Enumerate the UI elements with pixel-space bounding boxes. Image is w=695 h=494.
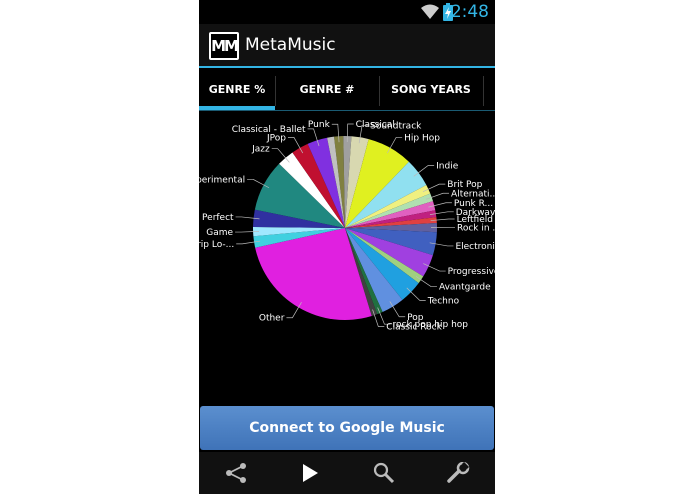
slice-label: Experimental [199, 175, 245, 185]
slice-label: Trip Lo-... [199, 240, 234, 250]
slice-label: Classical - Ballet [232, 125, 306, 135]
app-logo[interactable]: MM [209, 32, 239, 60]
action-bar: MM MetaMusic [199, 24, 495, 68]
app-title: MetaMusic [245, 35, 336, 55]
slice-label: Progressive R... [448, 267, 495, 277]
tab-genre-count[interactable]: GENRE # [276, 70, 378, 112]
slice-label: Indie [436, 162, 459, 172]
status-time: 2:48 [450, 2, 489, 22]
share-icon [226, 463, 246, 483]
slice-label: Hip Hop [404, 133, 440, 143]
slice-label: JPop [266, 133, 286, 143]
slice-label: Perfect [202, 213, 234, 223]
slice-label: Techno [427, 296, 460, 306]
slice-label: Electronica [455, 242, 495, 252]
slice-label: Game [206, 228, 233, 238]
wifi-icon [421, 4, 439, 19]
pie-chart-svg: Punk ClassicalSoundtrackHip HopIndieBrit … [199, 120, 495, 333]
status-bar: 2:48 [199, 0, 495, 24]
play-button[interactable] [273, 452, 347, 494]
slice-label: Other [259, 314, 285, 324]
genre-pie-chart: Punk Classical Soundtrack Hip Hop Indie Brit … [199, 112, 495, 404]
wrench-icon [447, 462, 470, 483]
connect-google-music-button[interactable]: Connect to Google Music [200, 406, 494, 450]
slice-label: Classic Rock [386, 323, 442, 333]
search-button[interactable] [347, 452, 421, 494]
slice-label: Avantgarde [439, 283, 491, 293]
slice-label: Rock in ... [457, 224, 495, 234]
slice-label: Jazz [251, 145, 270, 155]
tab-bar-line [199, 110, 495, 111]
tab-divider [483, 76, 484, 106]
phone-screen: 2:48 MM MetaMusic GENRE % GENRE # SONG Y… [199, 0, 495, 494]
play-icon [303, 464, 318, 482]
bottom-action-bar [199, 452, 495, 494]
tab-song-years[interactable]: SONG YEARS [380, 70, 482, 112]
settings-button[interactable] [421, 452, 495, 494]
search-icon [373, 462, 395, 484]
slice-label: Soundtrack [370, 121, 422, 131]
share-button[interactable] [199, 452, 273, 494]
